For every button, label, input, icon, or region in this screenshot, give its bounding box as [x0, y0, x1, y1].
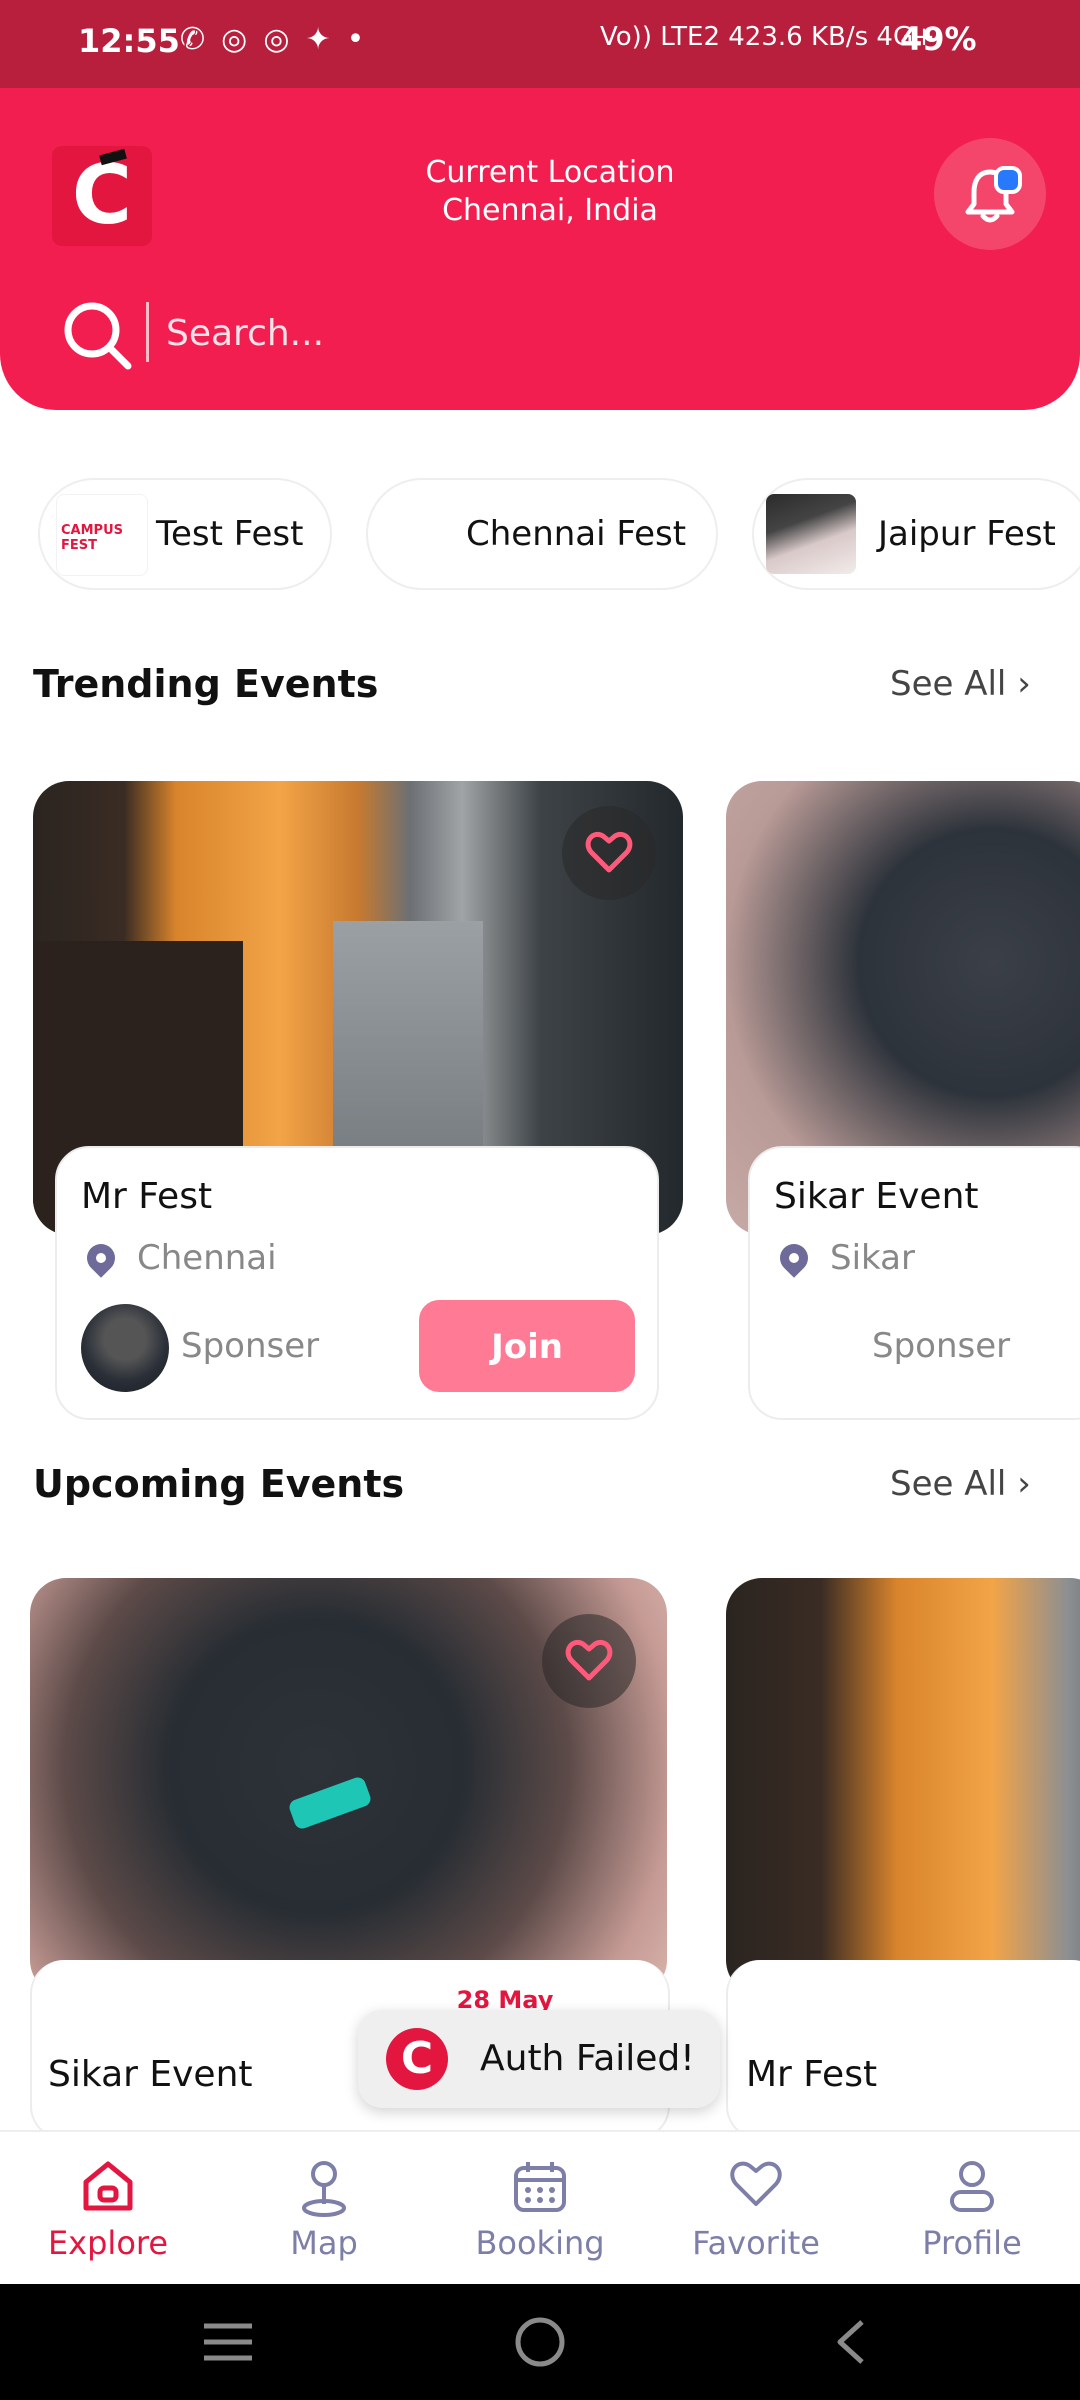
campus-fest-logo-text: CAMPUS FEST: [61, 523, 123, 553]
calendar-icon: [514, 2162, 566, 2212]
event-image-mr-fest[interactable]: [726, 1578, 1080, 1996]
event-title: Mr Fest: [746, 2054, 878, 2095]
event-title: Sikar Event: [774, 1176, 979, 1217]
chevron-right-icon: ›: [1017, 664, 1031, 704]
home-button-icon[interactable]: [512, 2314, 568, 2370]
search-divider: [146, 302, 149, 362]
back-icon[interactable]: [830, 2316, 870, 2368]
system-navigation-bar: [0, 2284, 1080, 2400]
battery-level: 49%: [900, 20, 977, 58]
chevron-right-icon: ›: [1017, 1464, 1031, 1504]
category-chip-test-fest[interactable]: CAMPUS FEST Test Fest: [38, 478, 332, 590]
category-label: Test Fest: [156, 514, 304, 554]
event-card-sikar-event[interactable]: Sikar Event Sikar Sponser: [748, 1146, 1080, 1420]
nav-label: Map: [290, 2224, 358, 2262]
recent-apps-icon[interactable]: [200, 2320, 256, 2364]
location-title: Current Location: [425, 155, 675, 190]
sponsor-avatar: [81, 1304, 169, 1392]
see-all-label: See All: [890, 664, 1007, 704]
notifications-button[interactable]: [934, 138, 1046, 250]
trending-events-title: Trending Events: [33, 662, 379, 706]
bottom-navigation: Explore Map Booking Favorite Profile: [0, 2130, 1080, 2286]
see-all-label: See All: [890, 1464, 1007, 1504]
notification-icons: ✆◎◎✦•: [180, 22, 381, 57]
category-chip-jaipur-fest[interactable]: Jaipur Fest: [752, 478, 1080, 590]
nav-label: Explore: [47, 2224, 169, 2262]
nav-label: Booking: [475, 2224, 605, 2262]
join-button[interactable]: Join: [419, 1300, 635, 1392]
sponsor-label: Sponser: [181, 1326, 320, 1366]
location-pin-icon: [774, 1238, 814, 1278]
app-logo-icon: C: [386, 2028, 448, 2090]
notification-badge: [994, 166, 1022, 194]
event-title: Sikar Event: [48, 2054, 253, 2095]
home-icon: [83, 2161, 133, 2211]
auth-failed-toast: C Auth Failed!: [358, 2010, 720, 2108]
event-card-mr-fest-upcoming[interactable]: Mr Fest: [726, 1960, 1080, 2140]
upcoming-see-all-link[interactable]: See All ›: [890, 1464, 1031, 1504]
nav-label: Profile: [922, 2224, 1022, 2262]
event-location: Sikar: [830, 1238, 915, 1278]
app-logo: C: [52, 146, 152, 246]
search-icon[interactable]: [62, 300, 134, 372]
category-chip-chennai-fest[interactable]: Chennai Fest: [366, 478, 718, 590]
nav-booking[interactable]: Booking: [432, 2132, 648, 2286]
search-input[interactable]: [164, 302, 868, 364]
toast-message: Auth Failed!: [480, 2038, 695, 2079]
favorite-button[interactable]: [542, 1614, 636, 1708]
nav-map[interactable]: Map: [216, 2132, 432, 2286]
location-value: Chennai, India: [442, 193, 658, 228]
sponsor-label: Sponser: [872, 1326, 1011, 1366]
favorite-button[interactable]: [562, 806, 656, 900]
category-label: Chennai Fest: [466, 514, 687, 554]
trending-see-all-link[interactable]: See All ›: [890, 664, 1031, 704]
nav-label: Favorite: [692, 2224, 820, 2262]
network-status: Vo)) LTE2 423.6 KB/s 4G+: [600, 22, 935, 52]
heart-icon: [565, 1640, 613, 1681]
location-pin-icon: [81, 1238, 121, 1278]
status-bar: 12:55 ✆◎◎✦• Vo)) LTE2 423.6 KB/s 4G+ 49%: [0, 0, 1080, 88]
upcoming-events-title: Upcoming Events: [33, 1462, 405, 1506]
event-card-mr-fest[interactable]: Mr Fest Chennai Sponser Join: [55, 1146, 659, 1420]
campus-fest-logo: CAMPUS FEST: [56, 494, 148, 576]
map-pin-icon: [302, 2161, 346, 2217]
nav-favorite[interactable]: Favorite: [648, 2132, 864, 2286]
status-time: 12:55: [78, 22, 180, 60]
category-label: Jaipur Fest: [878, 514, 1056, 554]
user-icon: [950, 2161, 994, 2212]
header: C Current Location Chennai, India: [0, 88, 1080, 410]
event-title: Mr Fest: [81, 1176, 213, 1217]
nav-explore[interactable]: Explore: [0, 2132, 216, 2286]
chennai-fest-image: [376, 494, 452, 574]
nav-profile[interactable]: Profile: [864, 2132, 1080, 2286]
jacket-highlight: [287, 1775, 373, 1831]
event-location: Chennai: [137, 1238, 277, 1278]
heart-icon: [585, 832, 633, 873]
heart-icon: [730, 2161, 782, 2206]
current-location[interactable]: Current Location Chennai, India: [340, 154, 760, 230]
jaipur-fest-image: [766, 494, 856, 574]
